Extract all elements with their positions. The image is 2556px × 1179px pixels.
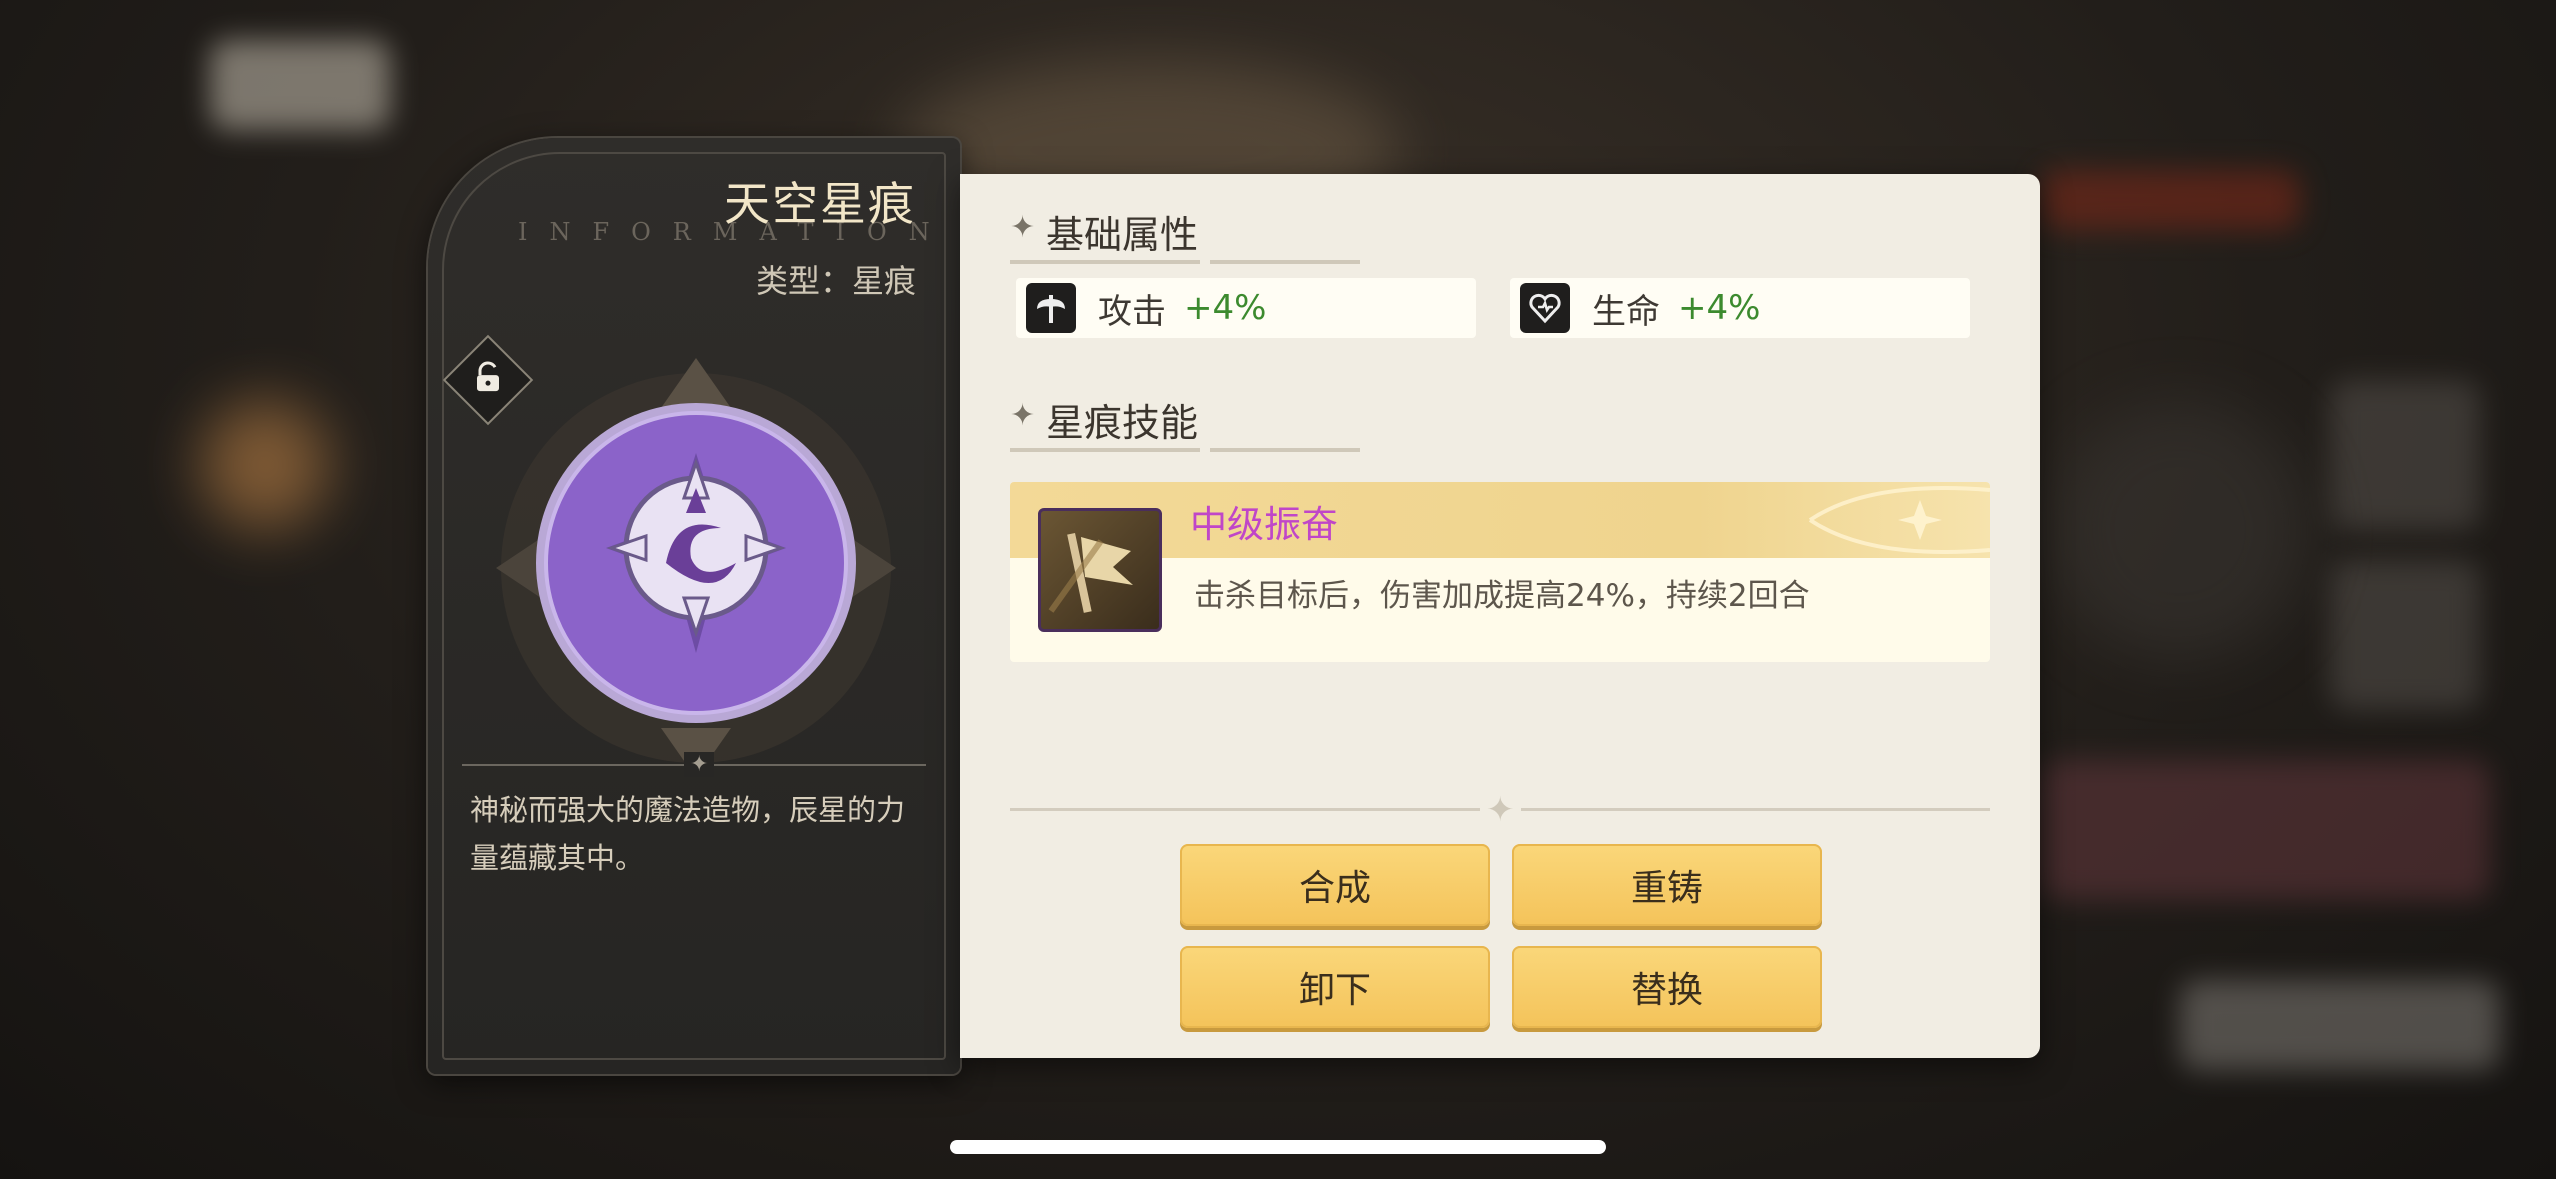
combine-button[interactable]: 合成	[1180, 844, 1490, 926]
attributes-title: 基础属性	[1046, 213, 1199, 257]
star-mark-emblem-icon	[496, 358, 896, 768]
ornament-icon	[1808, 486, 1990, 554]
item-type: 类型：星痕	[755, 262, 916, 300]
skill-name: 中级振奋	[1190, 503, 1338, 546]
skill-description: 击杀目标后，伤害加成提高24%，持续2回合	[1194, 578, 1810, 614]
card-divider: ✦	[462, 752, 926, 777]
item-title: 天空星痕	[724, 177, 916, 231]
home-indicator[interactable]	[950, 1140, 1606, 1154]
unequip-button[interactable]: 卸下	[1180, 946, 1490, 1028]
sparkle-icon: ✦	[1480, 790, 1521, 830]
sparkle-icon: ✦	[1010, 398, 1036, 433]
axe-icon	[1026, 283, 1076, 333]
replace-button[interactable]: 替换	[1512, 946, 1822, 1028]
stat-label: 生命	[1592, 291, 1660, 332]
section-rule	[1010, 448, 1400, 452]
stat-value: +4%	[1678, 288, 1761, 328]
heart-icon	[1520, 283, 1570, 333]
item-info-card: INFORMATION 天空星痕 类型：星痕 ✦ 神秘而强大的魔法造物，辰星的力…	[428, 138, 960, 1074]
skill-section-title: 星痕技能	[1046, 401, 1199, 445]
detail-panel: ✦ 基础属性 攻击 +4% 生命 +4% ✦ 星痕技能 中级振奋 击杀目标后，伤…	[960, 174, 2040, 1058]
stat-attack: 攻击 +4%	[1016, 278, 1476, 338]
stat-health: 生命 +4%	[1510, 278, 1970, 338]
banner-icon	[1038, 508, 1162, 632]
button-divider: ✦	[1010, 790, 1990, 830]
section-rule	[1010, 260, 1400, 264]
item-description: 神秘而强大的魔法造物，辰星的力量蕴藏其中。	[470, 793, 906, 875]
sparkle-icon: ✦	[1010, 210, 1036, 245]
stat-value: +4%	[1184, 288, 1267, 328]
sparkle-icon: ✦	[684, 752, 715, 777]
stat-label: 攻击	[1098, 291, 1166, 332]
recast-button[interactable]: 重铸	[1512, 844, 1822, 926]
skill-card[interactable]: 中级振奋 击杀目标后，伤害加成提高24%，持续2回合	[1010, 482, 1990, 662]
